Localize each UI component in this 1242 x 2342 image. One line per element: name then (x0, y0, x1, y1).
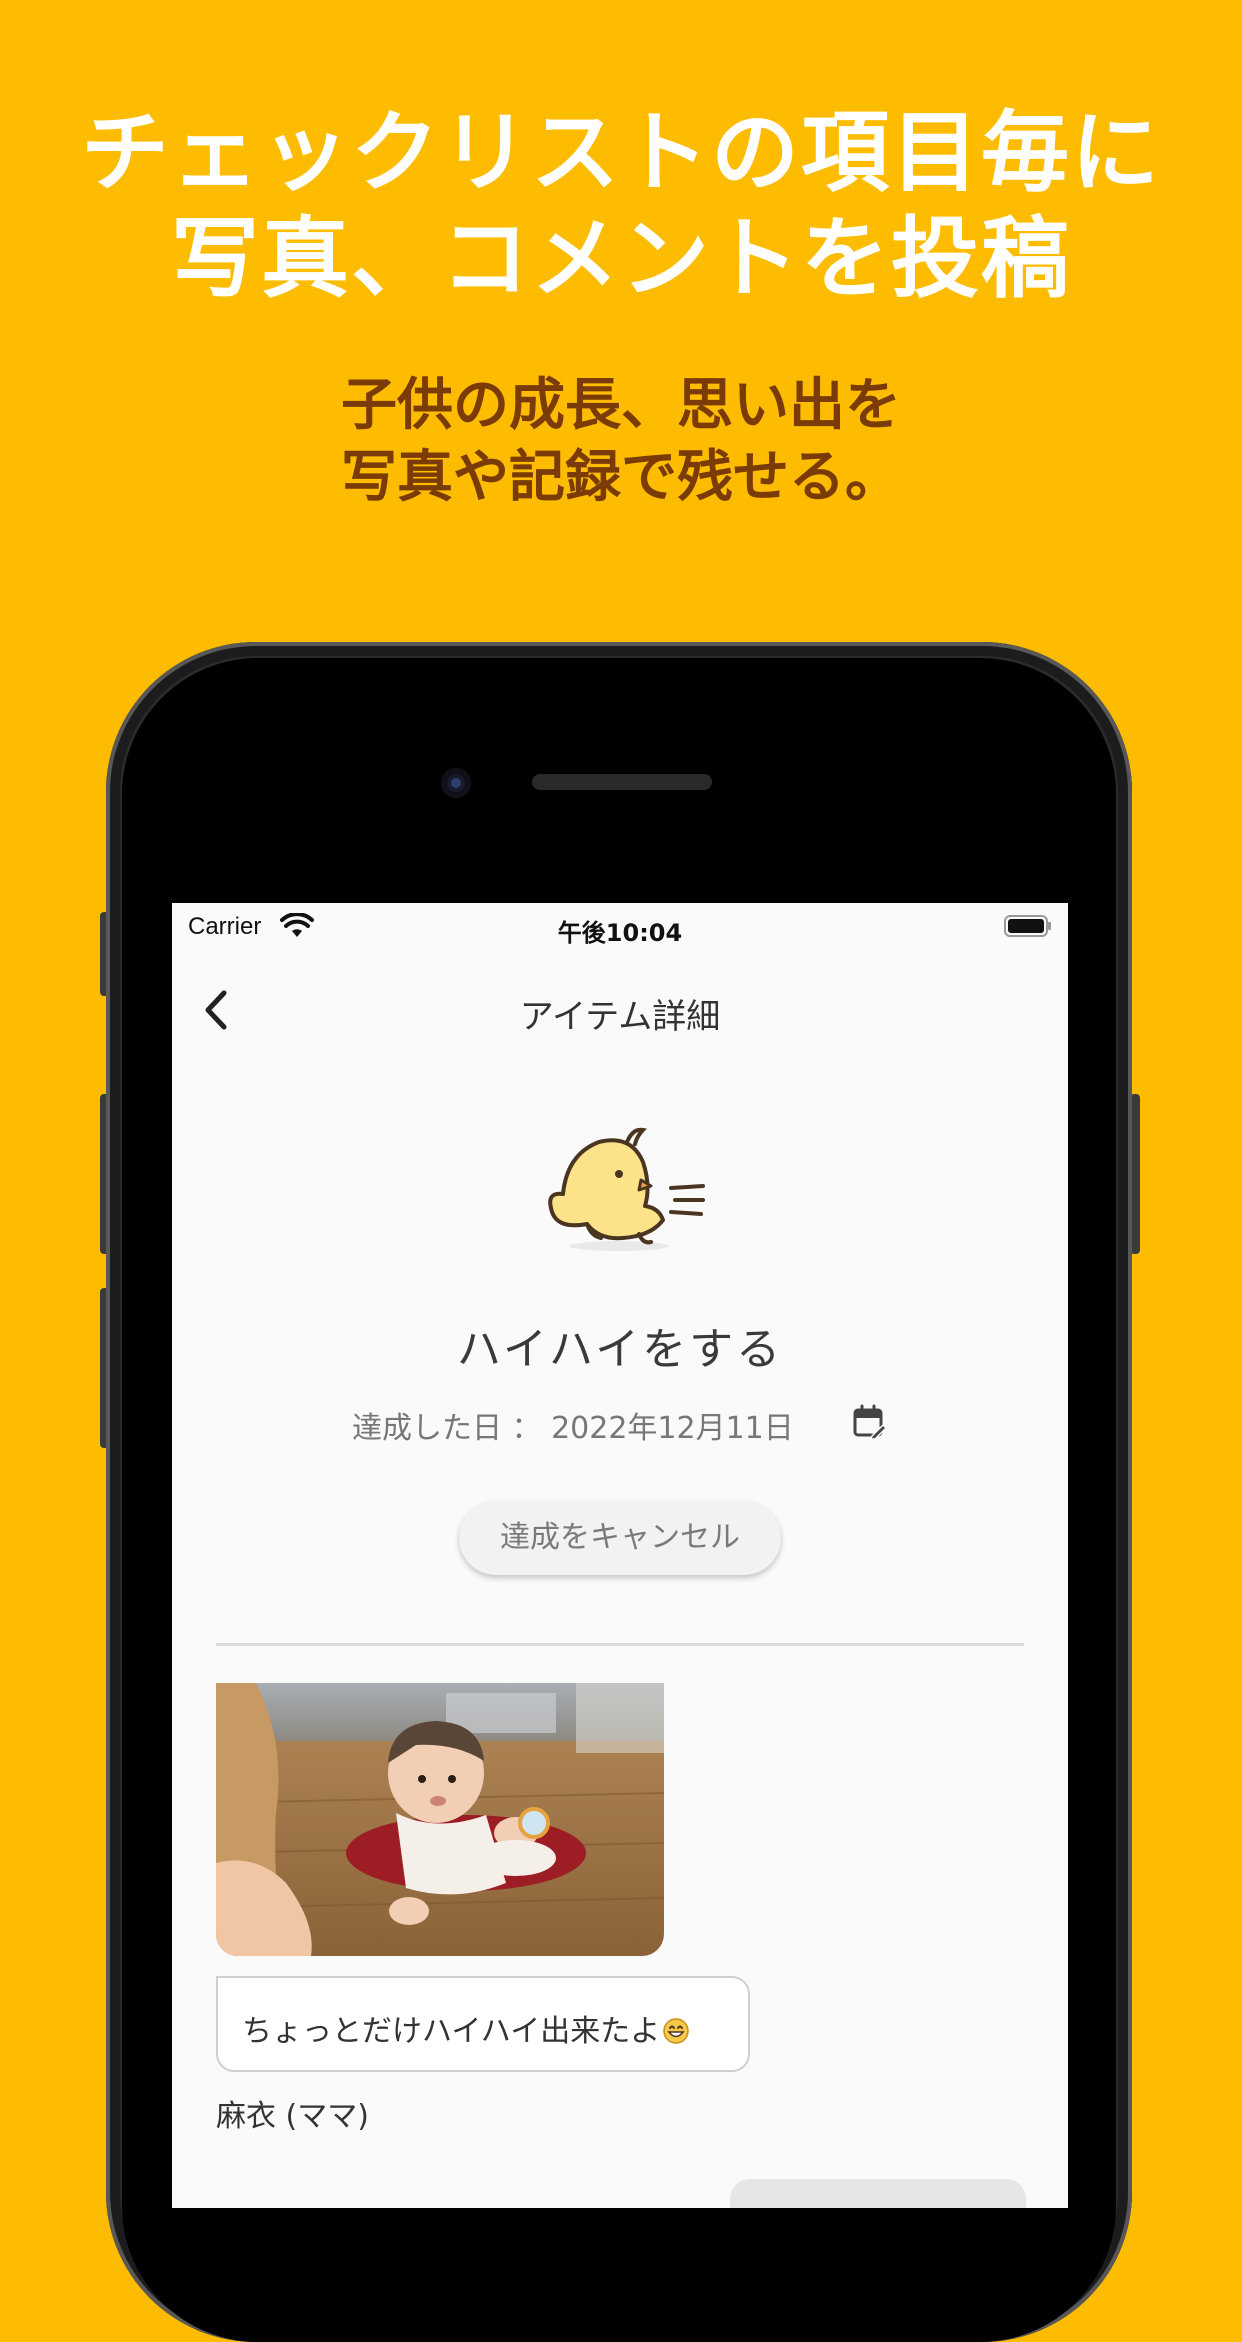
comment-text-wrap: ちょっとだけハイハイ出来たよ (242, 2006, 690, 2050)
calendar-edit-icon[interactable] (852, 1403, 886, 1439)
subheadline-line-1: 子供の成長、思い出を (341, 373, 901, 438)
achieved-date-row: 達成した日 ： 2022年12月11日 (172, 1399, 1068, 1447)
item-title: ハイハイをする (456, 1324, 784, 1375)
headline-line-1: チェックリストの項目毎に (80, 101, 1161, 204)
post-photo[interactable] (216, 1683, 664, 1956)
next-comment-bubble (730, 2179, 1026, 2208)
section-divider (216, 1643, 1024, 1646)
page-title: アイテム詳細 (519, 997, 721, 1037)
chick-icon (548, 1127, 705, 1251)
earpiece-speaker (532, 774, 712, 790)
status-bar: Carrier 午後10:04 (172, 903, 1068, 953)
app-screen: Carrier 午後10:04 アイテム詳細 ハイハイをする 達成した日 ： 2… (172, 903, 1068, 2208)
grinning-face-icon (663, 2018, 689, 2044)
achieved-date-text: 達成した日 ： 2022年12月11日 (352, 1411, 794, 1446)
status-time: 午後10:04 (557, 919, 683, 947)
promo-subheadline: 子供の成長、思い出を 写真や記録で残せる。 (0, 370, 1242, 514)
front-camera (441, 768, 471, 798)
battery-icon (1004, 915, 1051, 937)
comment-author: 麻衣 (ママ) (216, 2099, 369, 2134)
subheadline-line-2: 写真や記録で残せる。 (341, 445, 901, 510)
baby-crawling-photo (216, 1683, 664, 1956)
promo-headline: チェックリストの項目毎に 写真、コメントを投稿 (0, 100, 1242, 312)
headline-line-2: 写真、コメントを投稿 (170, 207, 1071, 310)
comment-text: ちょっとだけハイハイ出来たよ (242, 2014, 661, 2049)
comment-bubble: ちょっとだけハイハイ出来たよ (216, 1976, 750, 2072)
cancel-achievement-button[interactable]: 達成をキャンセル (459, 1501, 781, 1575)
